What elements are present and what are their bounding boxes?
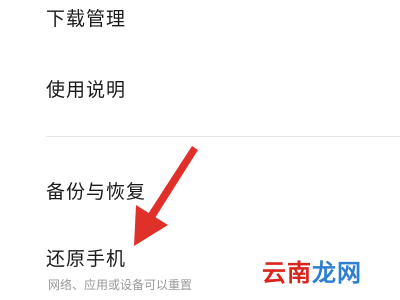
menu-item-restore-phone[interactable]: 还原手机	[46, 244, 126, 271]
menu-item-download-management[interactable]: 下载管理	[46, 4, 126, 31]
watermark-text-part2: 龙网	[312, 258, 362, 287]
menu-item-backup-restore[interactable]: 备份与恢复	[46, 177, 146, 204]
watermark-text-part1: 云南	[262, 258, 312, 287]
settings-screen: 下载管理 使用说明 备份与恢复 还原手机 网络、应用或设备可以重置 云南龙网	[0, 0, 400, 300]
restore-phone-subtitle: 网络、应用或设备可以重置	[48, 278, 193, 292]
watermark-logo: 云南龙网	[262, 253, 362, 288]
section-divider	[46, 136, 400, 137]
menu-item-instructions[interactable]: 使用说明	[46, 75, 126, 102]
